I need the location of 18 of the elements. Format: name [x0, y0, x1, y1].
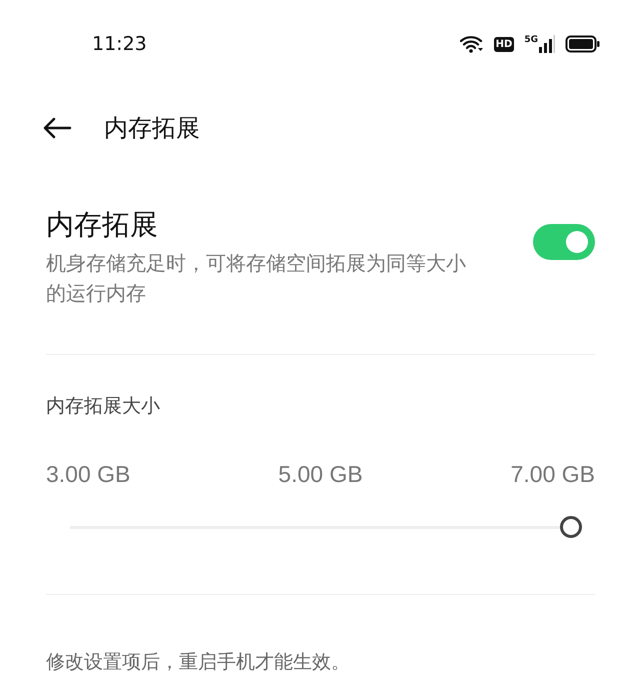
- battery-icon: [565, 35, 601, 53]
- tick-label: 3.00 GB: [46, 461, 130, 488]
- section-label: 内存拓展大小: [46, 394, 161, 419]
- note-text: 修改设置项后，重启手机才能生效。: [46, 650, 351, 675]
- signal-icon: [539, 35, 555, 53]
- tick-label: 7.00 GB: [510, 461, 595, 488]
- wifi-icon: [460, 35, 484, 53]
- toggle-switch[interactable]: [533, 224, 595, 260]
- setting-description: 机身存储充足时，可将存储空间拓展为同等大小的运行内存: [46, 250, 467, 307]
- network-label: 5G: [524, 35, 538, 45]
- back-icon[interactable]: [42, 117, 72, 139]
- setting-title: 内存拓展: [46, 207, 159, 243]
- page-title: 内存拓展: [104, 113, 200, 144]
- tick-label: 5.00 GB: [278, 461, 363, 488]
- status-time: 11:23: [92, 33, 147, 55]
- hd-badge: HD: [494, 36, 514, 52]
- slider[interactable]: [70, 516, 582, 538]
- slider-thumb[interactable]: [560, 516, 582, 538]
